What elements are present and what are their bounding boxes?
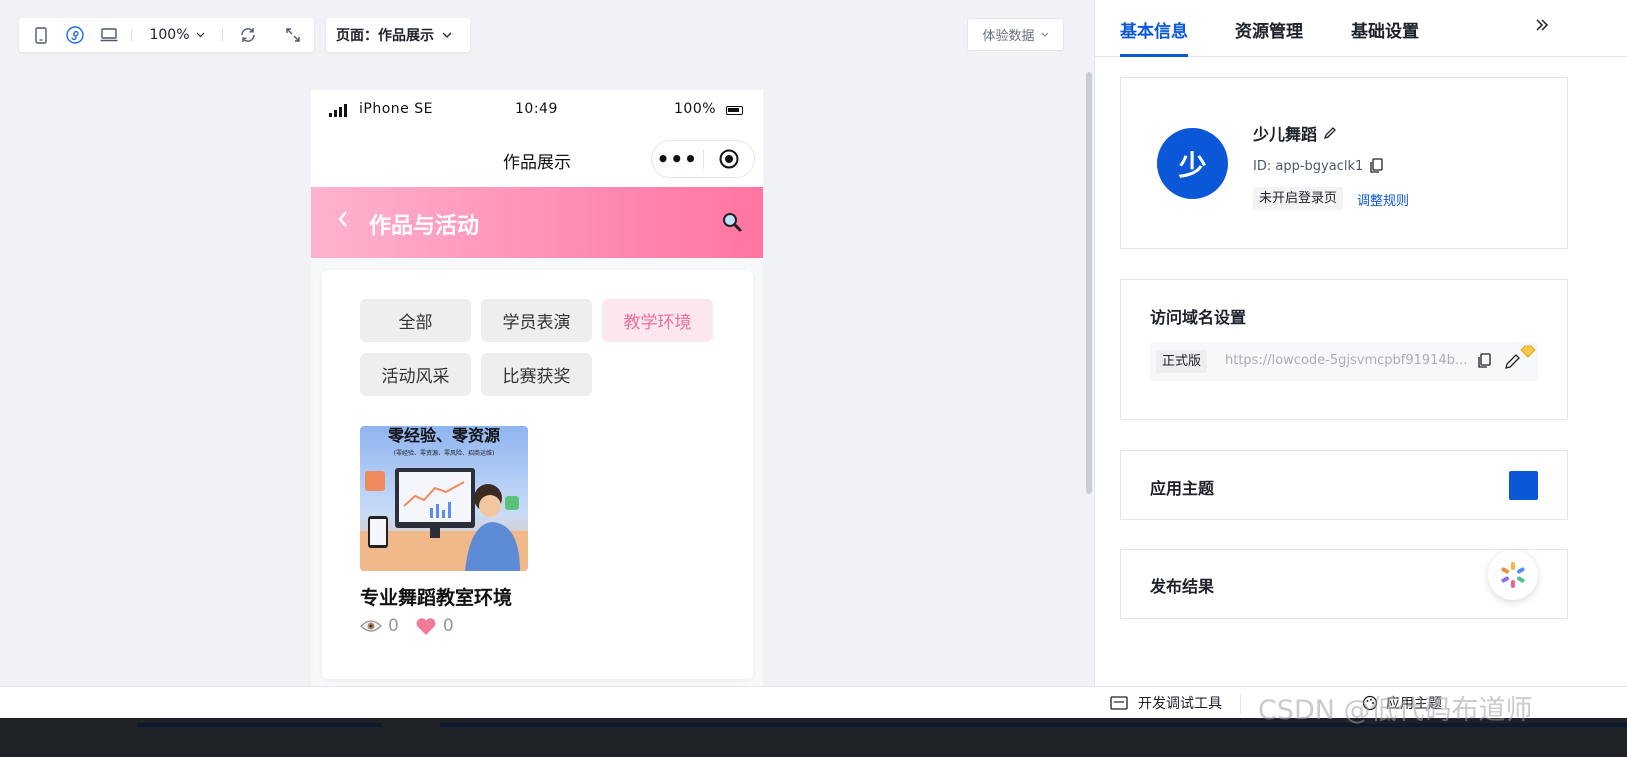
login-status-tag: 未开启登录页 [1253, 187, 1344, 210]
search-icon[interactable] [721, 211, 743, 237]
battery-icon [726, 106, 743, 115]
app-id: ID: app-bgyaclk1 [1253, 158, 1384, 174]
likes-count: 0 [442, 616, 454, 636]
preview-toolbar: 100% [19, 18, 314, 52]
experience-data-label: 体验数据 [982, 29, 1035, 44]
theme-color-swatch[interactable] [1509, 471, 1538, 500]
miniprogram-icon[interactable] [63, 18, 87, 52]
works-card: 全部 学员表演 教学环境 活动风采 比赛获奖 零经验、零资源 (零经验、零资源、… [322, 270, 753, 679]
active-tab-indicator [1120, 54, 1188, 57]
assistant-icon [1501, 562, 1525, 588]
expand-icon[interactable] [273, 18, 313, 52]
desktop-icon[interactable] [87, 18, 131, 52]
app-info-card: 少 少儿舞蹈 ID: app-bgyaclk1 未开启登录页 调整规则 [1120, 77, 1568, 249]
collapse-panel-icon[interactable] [1535, 16, 1549, 37]
bottom-divider [1240, 694, 1241, 714]
app-theme-card: 应用主题 [1120, 450, 1568, 520]
domain-url[interactable]: https://lowcode-5gjsvmcpbf91914b... [1225, 353, 1475, 368]
work-thumbnail[interactable]: 零经验、零资源 (零经验、零资源、零风险、招商运维) [360, 426, 528, 571]
back-icon[interactable] [337, 209, 349, 235]
thumbnail-subtitle: (零经验、零资源、零风险、招商运维) [394, 449, 495, 457]
page-header: 作品与活动 [311, 187, 763, 258]
work-stats: 0 0 [360, 616, 454, 636]
work-title[interactable]: 专业舞蹈教室环境 [360, 583, 512, 610]
app-name-text: 少儿舞蹈 [1253, 125, 1318, 144]
signal-icon [329, 104, 347, 117]
capsule-menu: ••• [651, 140, 755, 178]
status-carrier: iPhone SE [359, 101, 433, 117]
chevron-down-icon [196, 32, 204, 38]
assistant-fab[interactable] [1488, 550, 1538, 600]
copy-icon[interactable] [1369, 158, 1384, 174]
avatar: 少 [1157, 128, 1228, 199]
filter-chip-awards[interactable]: 比赛获奖 [481, 353, 592, 396]
filter-chip-all[interactable]: 全部 [360, 299, 471, 342]
views-count: 0 [388, 616, 399, 636]
phone-navbar: 作品展示 ••• [311, 130, 763, 187]
copy-icon[interactable] [1477, 353, 1492, 369]
canvas-scrollbar[interactable] [1086, 72, 1092, 494]
app-name: 少儿舞蹈 [1253, 121, 1337, 145]
devtools-icon [1110, 696, 1128, 710]
version-tag: 正式版 [1156, 350, 1208, 373]
domain-settings-title: 访问域名设置 [1150, 308, 1247, 327]
edit-premium-icon[interactable] [1504, 344, 1536, 370]
adjust-rules-link[interactable]: 调整规则 [1357, 190, 1409, 209]
status-battery-text: 100% [674, 101, 717, 117]
mobile-icon[interactable] [19, 18, 63, 52]
filter-chip-activities[interactable]: 活动风采 [360, 353, 471, 396]
watermark: CSDN @低代码布道师 [1258, 695, 1533, 726]
refresh-icon[interactable] [223, 18, 273, 52]
page-select-label: 页面：作品展示 [336, 28, 434, 44]
chevron-down-icon [442, 32, 452, 38]
tab-basic-info[interactable]: 基本信息 [1120, 17, 1188, 42]
devtools-button[interactable]: 开发调试工具 [1110, 693, 1222, 713]
more-icon[interactable]: ••• [652, 140, 703, 178]
tab-resource-management[interactable]: 资源管理 [1235, 17, 1303, 42]
eye-icon [360, 620, 382, 632]
experience-data-button[interactable]: 体验数据 [967, 18, 1064, 51]
panel-tabs: 基本信息 资源管理 基础设置 [1095, 0, 1627, 57]
taskbar-segment [137, 723, 382, 727]
status-bar: iPhone SE 10:49 100% [311, 90, 763, 130]
publish-result-title: 发布结果 [1150, 577, 1215, 596]
chevron-down-icon [1041, 32, 1048, 37]
domain-settings-card: 访问域名设置 正式版 https://lowcode-5gjsvmcpbf919… [1120, 279, 1568, 420]
tab-basic-settings[interactable]: 基础设置 [1351, 17, 1419, 42]
zoom-value: 100% [149, 27, 190, 43]
status-time: 10:49 [515, 101, 558, 117]
filter-chip-environment[interactable]: 教学环境 [602, 299, 713, 342]
page-select[interactable]: 页面：作品展示 [326, 18, 470, 52]
header-title: 作品与活动 [369, 214, 480, 239]
heart-icon[interactable] [415, 617, 437, 636]
phone-preview: iPhone SE 10:49 100% 作品展示 ••• 作品与活动 全部 学… [311, 90, 763, 690]
filter-chip-performance[interactable]: 学员表演 [481, 299, 592, 342]
close-miniprogram-icon[interactable] [703, 149, 754, 169]
app-theme-title: 应用主题 [1150, 479, 1215, 498]
devtools-label: 开发调试工具 [1138, 696, 1222, 712]
properties-panel: 基本信息 资源管理 基础设置 少 少儿舞蹈 ID: app-bgyaclk1 未… [1094, 0, 1627, 686]
thumbnail-title: 零经验、零资源 [387, 426, 500, 445]
zoom-select[interactable]: 100% [132, 18, 222, 52]
domain-row: 正式版 https://lowcode-5gjsvmcpbf91914b... [1150, 342, 1538, 381]
edit-icon[interactable] [1323, 126, 1337, 140]
app-id-text: ID: app-bgyaclk1 [1253, 158, 1364, 174]
